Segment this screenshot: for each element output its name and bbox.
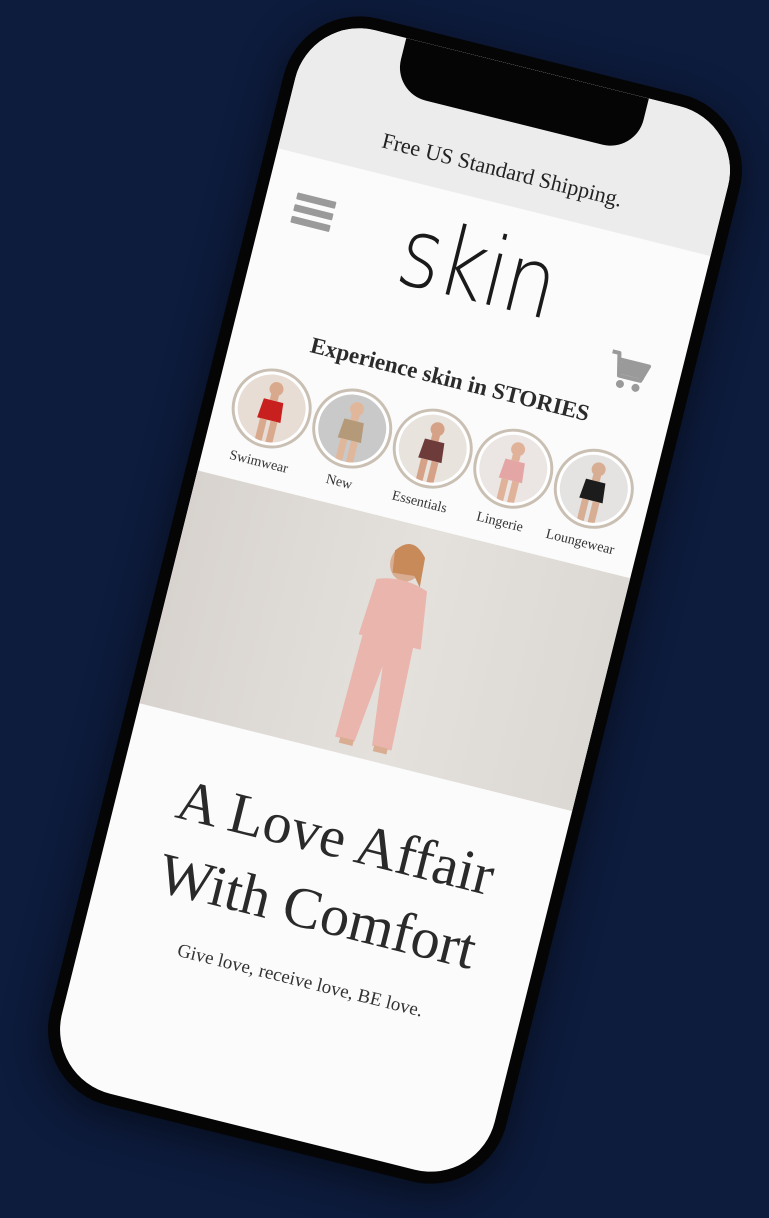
- story-label: Essentials: [390, 488, 449, 517]
- story-thumbnail: [230, 367, 314, 450]
- story-label: Swimwear: [227, 447, 290, 477]
- story-thumbnail: [311, 387, 394, 470]
- story-label: New: [324, 471, 354, 493]
- story-thumbnail: [391, 407, 474, 490]
- story-ring: [544, 440, 642, 538]
- phone-screen: Free US Standard Shipping. skin Experien…: [46, 14, 744, 1186]
- story-label: Lingerie: [474, 509, 525, 536]
- stage: Free US Standard Shipping. skin Experien…: [0, 0, 769, 1218]
- story-thumbnail: [471, 427, 555, 510]
- story-label: Loungewear: [544, 526, 616, 559]
- story-thumbnail: [552, 447, 635, 530]
- phone-frame: Free US Standard Shipping. skin Experien…: [31, 0, 759, 1201]
